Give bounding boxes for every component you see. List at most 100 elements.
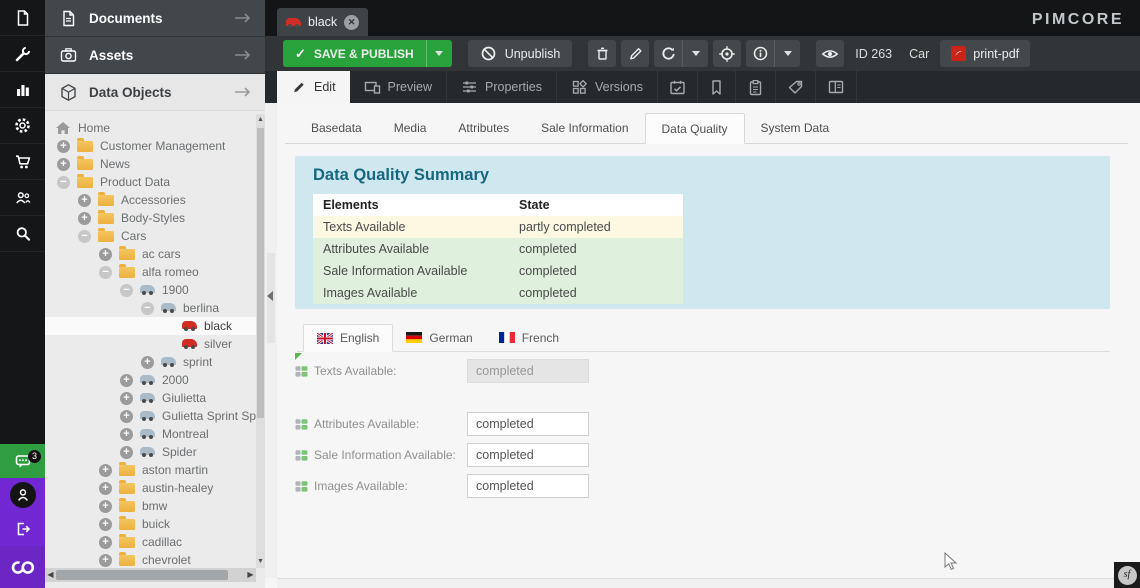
tree-item[interactable]: Cars: [45, 227, 256, 245]
sidebar-splitter[interactable]: [265, 103, 277, 578]
tree-item[interactable]: Body-Styles: [45, 209, 256, 227]
gear-icon[interactable]: [0, 108, 45, 144]
tree-vertical-scrollbar[interactable]: ▲ ▼: [256, 114, 265, 568]
tree-item[interactable]: buick: [45, 515, 256, 533]
panel-expand-arrow[interactable]: [233, 11, 253, 25]
tab-lang-french[interactable]: French: [486, 324, 572, 351]
debug-toolbar-badge[interactable]: sf: [1114, 562, 1140, 588]
tree-item[interactable]: Gulietta Sprint Specia: [45, 407, 256, 425]
tree-item[interactable]: sprint: [45, 353, 256, 371]
tree-item[interactable]: bmw: [45, 497, 256, 515]
scrollbar-thumb[interactable]: [257, 128, 264, 418]
cart-icon[interactable]: [0, 144, 45, 180]
scroll-up-arrow[interactable]: ▲: [256, 115, 265, 125]
tree-item[interactable]: silver: [45, 335, 256, 353]
expand-icon[interactable]: [57, 140, 70, 153]
tree-item-selected[interactable]: black: [45, 317, 256, 335]
tree-item[interactable]: 1900: [45, 281, 256, 299]
tree-item[interactable]: Product Data: [45, 173, 256, 191]
tree-item[interactable]: chevrolet: [45, 551, 256, 568]
tab-system-data[interactable]: System Data: [745, 113, 846, 143]
collapse-left-icon[interactable]: [267, 291, 273, 301]
pimcore-infinity-logo[interactable]: [0, 546, 45, 588]
collapse-icon[interactable]: [120, 284, 133, 297]
scroll-right-arrow[interactable]: ▶: [245, 568, 256, 582]
tree-item[interactable]: austin-healey: [45, 479, 256, 497]
info-button[interactable]: [746, 40, 800, 67]
expand-icon[interactable]: [120, 446, 133, 459]
collapse-icon[interactable]: [78, 230, 91, 243]
expand-icon[interactable]: [99, 464, 112, 477]
unpublish-button[interactable]: Unpublish: [468, 40, 573, 67]
reports-button[interactable]: [736, 71, 776, 103]
tree-item[interactable]: 2000: [45, 371, 256, 389]
tree-item[interactable]: ac cars: [45, 245, 256, 263]
field-input-attributes-available[interactable]: [467, 412, 589, 436]
schedule-button[interactable]: [658, 71, 698, 103]
field-input-images-available[interactable]: [467, 474, 589, 498]
field-input-sale-information-available[interactable]: [467, 443, 589, 467]
panel-header-documents[interactable]: Documents: [45, 0, 265, 37]
tree-item[interactable]: aston martin: [45, 461, 256, 479]
chart-icon[interactable]: [0, 72, 45, 108]
tree-item[interactable]: alfa romeo: [45, 263, 256, 281]
tab-lang-english[interactable]: English: [303, 324, 393, 352]
tree-item[interactable]: Customer Management: [45, 137, 256, 155]
expand-icon[interactable]: [141, 356, 154, 369]
expand-icon[interactable]: [99, 536, 112, 549]
close-tab-icon[interactable]: [344, 15, 359, 30]
layout-button[interactable]: [816, 71, 857, 103]
tags-button[interactable]: [776, 71, 816, 103]
tab-sale-information[interactable]: Sale Information: [525, 113, 644, 143]
tools-icon[interactable]: [0, 36, 45, 72]
reload-button[interactable]: [654, 40, 708, 67]
tree-item[interactable]: berlina: [45, 299, 256, 317]
rename-button[interactable]: [621, 40, 649, 67]
tree-item[interactable]: cadillac: [45, 533, 256, 551]
tab-properties[interactable]: Properties: [447, 71, 557, 103]
expand-icon[interactable]: [120, 374, 133, 387]
field-input-texts-available[interactable]: [467, 359, 589, 383]
expand-icon[interactable]: [57, 158, 70, 171]
expand-icon[interactable]: [99, 554, 112, 567]
panel-header-data-objects[interactable]: Data Objects: [45, 74, 265, 111]
tree-item-home[interactable]: Home: [45, 119, 256, 137]
tab-data-quality[interactable]: Data Quality: [645, 113, 745, 144]
reload-options-dropdown[interactable]: [683, 40, 708, 67]
open-preview-button[interactable]: [816, 40, 844, 67]
tab-attributes[interactable]: Attributes: [442, 113, 525, 143]
expand-icon[interactable]: [99, 500, 112, 513]
panel-expand-arrow[interactable]: [233, 85, 253, 99]
tree-horizontal-scrollbar[interactable]: ◀ ▶: [45, 568, 256, 582]
expand-icon[interactable]: [78, 212, 91, 225]
panel-header-assets[interactable]: Assets: [45, 37, 265, 74]
tree-item[interactable]: News: [45, 155, 256, 173]
scroll-down-arrow[interactable]: ▼: [256, 557, 265, 567]
save-publish-button[interactable]: SAVE & PUBLISH: [283, 40, 452, 67]
tab-basedata[interactable]: Basedata: [295, 113, 378, 143]
scroll-left-arrow[interactable]: ◀: [45, 568, 56, 582]
expand-icon[interactable]: [99, 518, 112, 531]
file-icon[interactable]: [0, 0, 45, 36]
expand-icon[interactable]: [120, 410, 133, 423]
expand-icon[interactable]: [120, 392, 133, 405]
collapse-icon[interactable]: [99, 266, 112, 279]
print-pdf-button[interactable]: print-pdf: [940, 40, 1030, 67]
tab-lang-german[interactable]: German: [393, 324, 485, 351]
delete-button[interactable]: [588, 40, 616, 67]
tab-versions[interactable]: Versions: [557, 71, 658, 103]
notes-button[interactable]: [698, 71, 736, 103]
expand-icon[interactable]: [99, 248, 112, 261]
notifications-icon[interactable]: 3: [0, 444, 45, 478]
tree-item[interactable]: Montreal: [45, 425, 256, 443]
user-avatar[interactable]: [0, 478, 45, 512]
tab-media[interactable]: Media: [378, 113, 443, 143]
tree-item[interactable]: Accessories: [45, 191, 256, 209]
info-options-dropdown[interactable]: [775, 40, 800, 67]
tree-item[interactable]: Giulietta: [45, 389, 256, 407]
open-object-tab[interactable]: black: [277, 8, 368, 36]
tab-edit[interactable]: Edit: [277, 71, 350, 103]
save-options-dropdown[interactable]: [427, 40, 452, 67]
tree-item[interactable]: Spider: [45, 443, 256, 461]
collapse-icon[interactable]: [57, 176, 70, 189]
